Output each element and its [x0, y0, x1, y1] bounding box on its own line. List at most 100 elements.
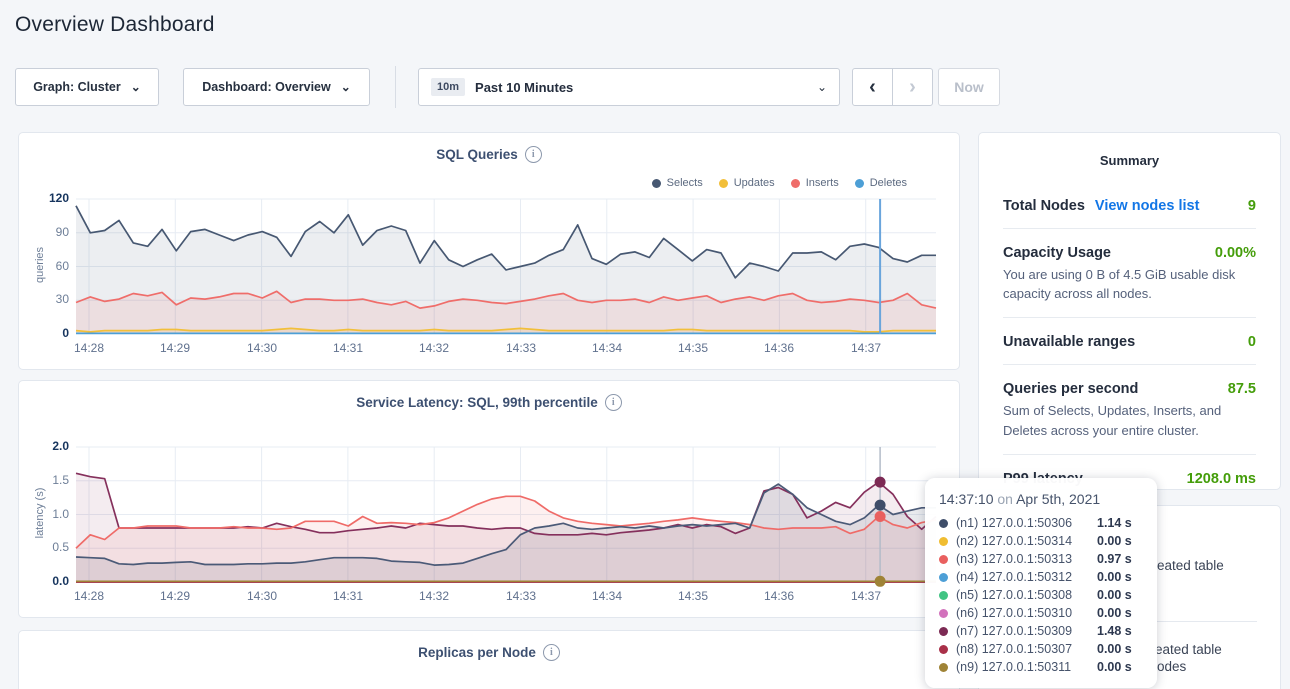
summary-row-unavailable: Unavailable ranges 0 [1003, 318, 1256, 350]
p99-latency-value: 1208.0 ms [1187, 471, 1256, 487]
service-latency-card: Service Latency: SQL, 99th percentile i … [18, 380, 960, 618]
x-tick-label: 14:30 [236, 341, 288, 355]
x-tick-label: 14:35 [667, 589, 719, 603]
next-icon: › [909, 76, 916, 99]
graph-dropdown[interactable]: Graph: Cluster ⌄ [15, 68, 159, 106]
node-color-dot [939, 645, 948, 654]
latency-tooltip: 14:37:10 on Apr 5th, 2021 (n1) 127.0.0.1… [925, 478, 1157, 688]
chevron-down-icon: ⌄ [341, 81, 351, 93]
node-color-dot [939, 573, 948, 582]
unavailable-ranges-value: 0 [1248, 334, 1256, 350]
legend-item-label: Updates [734, 177, 775, 189]
tooltip-row: (n4) 127.0.0.1:503120.00 s [939, 568, 1143, 586]
y-axis-label: queries [34, 220, 46, 310]
y-tick-label: 0 [27, 326, 69, 340]
crosshair-dot [875, 576, 886, 587]
qps-value: 87.5 [1228, 381, 1256, 397]
event-fragment: eated table [1155, 642, 1222, 657]
time-range-selector[interactable]: 10m Past 10 Minutes ⌄ [418, 68, 840, 106]
node-value: 0.00 s [1097, 534, 1143, 548]
tooltip-timestamp: 14:37:10 on Apr 5th, 2021 [939, 491, 1143, 507]
service-latency-plot[interactable] [76, 447, 936, 582]
summary-row-capacity: Capacity Usage 0.00% [1003, 229, 1256, 261]
node-value: 1.14 s [1097, 516, 1143, 530]
x-tick-label: 14:36 [753, 589, 805, 603]
node-color-dot [939, 609, 948, 618]
node-label: (n2) 127.0.0.1:50314 [956, 534, 1072, 548]
x-tick-label: 14:28 [63, 589, 115, 603]
legend-item[interactable]: Inserts [791, 177, 839, 189]
time-range-label: Past 10 Minutes [475, 80, 573, 95]
y-axis-label: latency (s) [34, 468, 46, 558]
x-tick-label: 14:31 [322, 341, 374, 355]
time-range-badge: 10m [431, 78, 465, 96]
legend-item-label: Inserts [806, 177, 839, 189]
x-tick-label: 14:29 [149, 341, 201, 355]
tooltip-rows: (n1) 127.0.0.1:503061.14 s(n2) 127.0.0.1… [939, 514, 1143, 676]
node-value: 0.97 s [1097, 552, 1143, 566]
crosshair-dot [875, 511, 886, 522]
next-button[interactable]: › [893, 69, 932, 105]
total-nodes-label: Total Nodes [1003, 198, 1085, 214]
info-icon[interactable]: i [525, 146, 542, 163]
tooltip-date: Apr 5th, 2021 [1016, 491, 1100, 507]
x-tick-label: 14:34 [581, 589, 633, 603]
unavailable-ranges-label: Unavailable ranges [1003, 334, 1135, 350]
x-tick-label: 14:34 [581, 341, 633, 355]
tooltip-row: (n3) 127.0.0.1:503130.97 s [939, 550, 1143, 568]
sql-queries-card: SQL Queries i Selects Updates Inserts Delet… [18, 132, 960, 370]
capacity-usage-desc: You are using 0 B of 4.5 GiB usable disk… [1003, 265, 1256, 303]
node-label: (n5) 127.0.0.1:50308 [956, 588, 1072, 602]
x-tick-label: 14:37 [840, 341, 892, 355]
summary-row-qps: Queries per second 87.5 [1003, 365, 1256, 397]
dashboard-dropdown[interactable]: Dashboard: Overview ⌄ [183, 68, 370, 106]
legend-item[interactable]: Updates [719, 177, 775, 189]
prev-icon: ‹ [869, 76, 876, 99]
summary-row-total-nodes: Total Nodes View nodes list 9 [1003, 182, 1256, 214]
chart-title: Service Latency: SQL, 99th percentile i [19, 394, 959, 411]
legend-item[interactable]: Deletes [855, 177, 907, 189]
x-tick-label: 14:31 [322, 589, 374, 603]
prev-button[interactable]: ‹ [853, 69, 893, 105]
capacity-usage-label: Capacity Usage [1003, 245, 1111, 261]
node-color-dot [939, 627, 948, 636]
y-tick-label: 120 [27, 191, 69, 205]
info-icon[interactable]: i [543, 644, 560, 661]
replicas-per-node-card: Replicas per Node i [18, 630, 960, 689]
sql-queries-plot[interactable] [76, 199, 936, 334]
now-button[interactable]: Now [938, 68, 1000, 106]
crosshair-dot [875, 477, 886, 488]
node-color-dot [939, 555, 948, 564]
legend-dot [719, 179, 728, 188]
node-value: 0.00 s [1097, 588, 1143, 602]
event-fragment: odes [1157, 659, 1186, 674]
chart-title-text: Replicas per Node [418, 645, 536, 660]
x-tick-label: 14:30 [236, 589, 288, 603]
legend-item[interactable]: Selects [652, 177, 703, 189]
tooltip-on-word: on [997, 491, 1016, 507]
x-tick-label: 14:33 [495, 589, 547, 603]
y-tick-label: 2.0 [27, 439, 69, 453]
capacity-usage-value: 0.00% [1215, 245, 1256, 261]
summary-body: Total Nodes View nodes list 9 Capacity U… [979, 182, 1280, 487]
node-label: (n7) 127.0.0.1:50309 [956, 624, 1072, 638]
time-nav-group: ‹ › [852, 68, 933, 106]
legend-dot [652, 179, 661, 188]
chart-title: Replicas per Node i [19, 644, 959, 661]
node-color-dot [939, 519, 948, 528]
chart-title: SQL Queries i [19, 146, 959, 163]
node-label: (n8) 127.0.0.1:50307 [956, 642, 1072, 656]
page-title: Overview Dashboard [15, 13, 215, 37]
node-value: 0.00 s [1097, 606, 1143, 620]
info-icon[interactable]: i [605, 394, 622, 411]
view-nodes-link[interactable]: View nodes list [1095, 198, 1200, 214]
chevron-down-icon: ⌄ [817, 81, 827, 93]
node-label: (n4) 127.0.0.1:50312 [956, 570, 1072, 584]
toolbar-divider [395, 66, 396, 108]
node-value: 0.00 s [1097, 660, 1143, 674]
node-color-dot [939, 663, 948, 672]
chart-title-text: Service Latency: SQL, 99th percentile [356, 395, 598, 410]
sql-legend: Selects Updates Inserts Deletes [652, 177, 907, 189]
x-tick-label: 14:35 [667, 341, 719, 355]
total-nodes-value: 9 [1248, 198, 1256, 214]
